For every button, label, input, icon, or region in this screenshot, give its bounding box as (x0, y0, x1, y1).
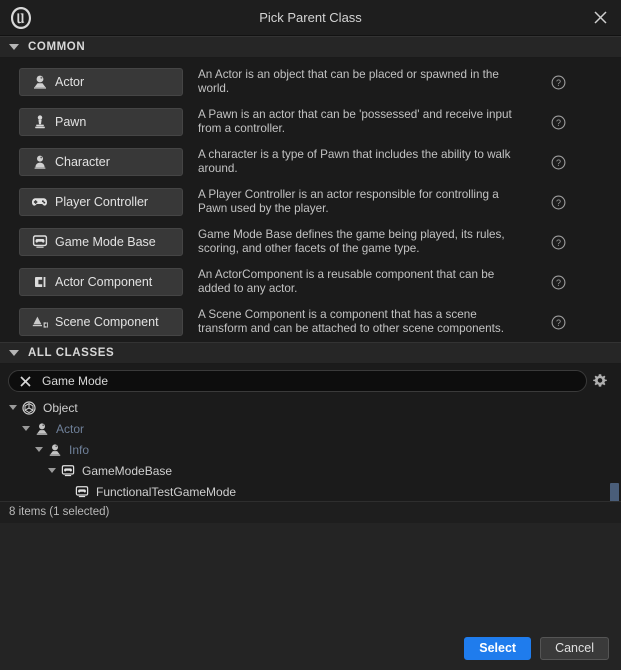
common-class-name: Game Mode Base (55, 235, 156, 249)
common-class-name: Character (55, 155, 110, 169)
tree-scrollbar[interactable] (610, 397, 619, 501)
common-class-name: Actor Component (55, 275, 153, 289)
tree-row-gamemodebase[interactable]: GameModeBase (0, 460, 621, 481)
game-mode-icon (60, 463, 76, 479)
svg-text:?: ? (555, 118, 560, 128)
svg-text:?: ? (555, 198, 560, 208)
common-section-label: COMMON (28, 41, 86, 53)
common-class-row: Scene Component A Scene Component is a c… (0, 302, 621, 342)
help-icon[interactable]: ? (535, 155, 581, 170)
tree-row-functionaltestgamemode[interactable]: FunctionalTestGameMode (0, 481, 621, 501)
tree-row-label: GameModeBase (82, 463, 173, 478)
common-class-description: A Player Controller is an actor responsi… (198, 187, 499, 216)
svg-text:?: ? (555, 278, 560, 288)
all-classes-section-label: ALL CLASSES (28, 347, 115, 359)
triangle-down-icon (9, 350, 19, 356)
common-class-description: An Actor is an object that can be placed… (198, 67, 499, 96)
scene-component-icon (31, 314, 48, 331)
gear-icon[interactable] (587, 373, 613, 389)
common-class-row: Actor An Actor is an object that can be … (0, 62, 621, 102)
tree-row-label: Object (43, 400, 78, 415)
common-class-button-scene-component[interactable]: Scene Component (19, 308, 183, 336)
pawn-icon (31, 114, 48, 131)
svg-text:?: ? (555, 78, 560, 88)
gamepad-icon (31, 194, 48, 211)
tree-row-actor[interactable]: Actor (0, 418, 621, 439)
scrollbar-thumb[interactable] (610, 483, 619, 501)
common-class-button-pawn[interactable]: Pawn (19, 108, 183, 136)
common-section-header[interactable]: COMMON (0, 36, 621, 58)
common-class-row: Actor Component An ActorComponent is a r… (0, 262, 621, 302)
all-classes-section-header[interactable]: ALL CLASSES (0, 342, 621, 364)
common-class-button-actor-component[interactable]: Actor Component (19, 268, 183, 296)
common-class-name: Scene Component (55, 315, 159, 329)
help-icon[interactable]: ? (535, 275, 581, 290)
tree-row-label: Info (69, 442, 90, 457)
search-box[interactable] (8, 370, 587, 392)
footer-spacer (0, 522, 621, 626)
svg-text:?: ? (555, 158, 560, 168)
triangle-down-icon[interactable] (9, 405, 17, 410)
common-class-name: Actor (55, 75, 85, 89)
common-class-description: A Scene Component is a component that ha… (198, 307, 505, 336)
help-icon[interactable]: ? (535, 75, 581, 90)
common-class-button-player-controller[interactable]: Player Controller (19, 188, 183, 216)
triangle-down-icon (9, 44, 19, 50)
title-bar: Pick Parent Class (0, 0, 621, 36)
help-icon[interactable]: ? (535, 235, 581, 250)
cancel-button[interactable]: Cancel (540, 636, 609, 660)
common-class-row: Character A character is a type of Pawn … (0, 142, 621, 182)
help-icon[interactable]: ? (535, 315, 581, 330)
help-icon[interactable]: ? (535, 115, 581, 130)
tree-row-label: FunctionalTestGameMode (96, 484, 237, 499)
actor-icon (34, 421, 50, 437)
help-icon[interactable]: ? (535, 195, 581, 210)
common-class-row: Game Mode Base Game Mode Base defines th… (0, 222, 621, 262)
actor-icon (31, 74, 48, 91)
game-mode-icon (74, 484, 90, 500)
common-class-list: Actor An Actor is an object that can be … (0, 58, 621, 342)
close-icon[interactable] (579, 0, 621, 36)
search-bar (0, 364, 621, 397)
game-mode-icon (31, 234, 48, 251)
pick-parent-class-dialog: Pick Parent Class COMMON Actor An Actor … (0, 0, 621, 670)
clear-x-icon[interactable] (17, 375, 33, 387)
common-class-description: Game Mode Base defines the game being pl… (198, 227, 505, 256)
common-class-button-character[interactable]: Character (19, 148, 183, 176)
search-input[interactable] (33, 374, 586, 388)
common-class-name: Pawn (55, 115, 87, 129)
actor-icon (47, 442, 63, 458)
triangle-down-icon[interactable] (48, 468, 56, 473)
common-class-button-actor[interactable]: Actor (19, 68, 183, 96)
object-icon (21, 400, 37, 416)
tree-row-info[interactable]: Info (0, 439, 621, 460)
common-class-description: A Pawn is an actor that can be 'possesse… (198, 107, 512, 136)
status-text: 8 items (1 selected) (9, 506, 110, 518)
svg-text:?: ? (555, 318, 560, 328)
common-class-row: Player Controller A Player Controller is… (0, 182, 621, 222)
status-bar: 8 items (1 selected) (0, 500, 621, 523)
unreal-engine-logo (4, 6, 38, 30)
window-title: Pick Parent Class (259, 10, 362, 25)
svg-text:?: ? (555, 238, 560, 248)
tree-row-label: Actor (56, 421, 85, 436)
tree-row-object[interactable]: Object (0, 397, 621, 418)
common-class-row: Pawn A Pawn is an actor that can be 'pos… (0, 102, 621, 142)
triangle-down-icon[interactable] (22, 426, 30, 431)
common-class-button-game-mode-base[interactable]: Game Mode Base (19, 228, 183, 256)
common-class-name: Player Controller (55, 195, 149, 209)
character-icon (31, 154, 48, 171)
dialog-footer: Select Cancel (0, 626, 621, 670)
common-class-description: A character is a type of Pawn that inclu… (198, 147, 511, 176)
select-button[interactable]: Select (464, 636, 532, 660)
common-class-description: An ActorComponent is a reusable componen… (198, 267, 495, 296)
class-tree[interactable]: Object Actor Info GameModeBase Functiona… (0, 397, 621, 501)
triangle-down-icon[interactable] (35, 447, 43, 452)
actor-component-icon (31, 274, 48, 291)
